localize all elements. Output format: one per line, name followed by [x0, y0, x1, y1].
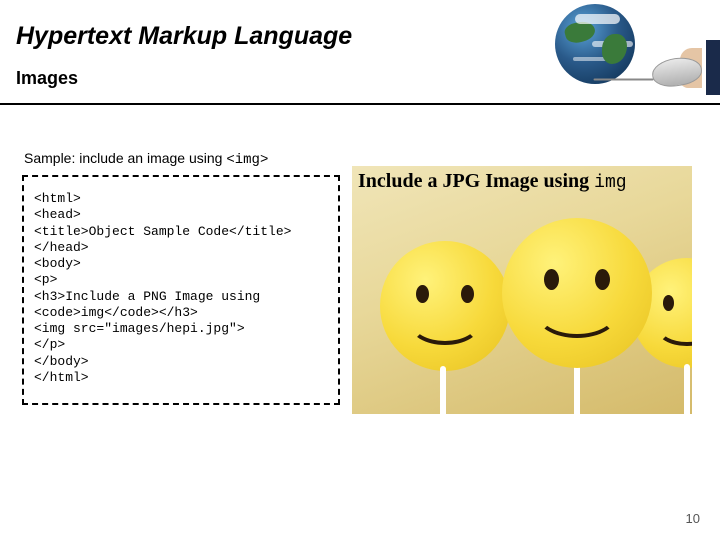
sample-caption-tag: <img> — [226, 152, 268, 168]
sample-caption-text: Sample: include an image using — [24, 150, 226, 166]
smiley-image — [380, 241, 510, 371]
sleeve-illustration — [702, 40, 720, 95]
preview-heading-text: Include a JPG Image using — [358, 170, 594, 192]
globe-icon — [555, 4, 635, 84]
header-divider — [0, 103, 720, 105]
stick-illustration — [440, 366, 446, 414]
sample-caption: Sample: include an image using <img> — [24, 150, 268, 168]
preview-heading-code: img — [594, 173, 626, 193]
header-decorative-image — [490, 0, 720, 95]
stick-illustration — [574, 364, 580, 414]
code-sample-box: <html> <head> <title>Object Sample Code<… — [22, 175, 340, 405]
smiley-image — [502, 218, 652, 368]
stick-illustration — [684, 364, 690, 414]
preview-heading: Include a JPG Image using img — [358, 170, 627, 193]
slide-header: Hypertext Markup Language Images — [0, 0, 720, 105]
slide-subtitle: Images — [16, 68, 78, 89]
rendered-preview: Include a JPG Image using img — [352, 166, 692, 414]
slide-title: Hypertext Markup Language — [16, 22, 352, 51]
page-number: 10 — [686, 511, 700, 526]
